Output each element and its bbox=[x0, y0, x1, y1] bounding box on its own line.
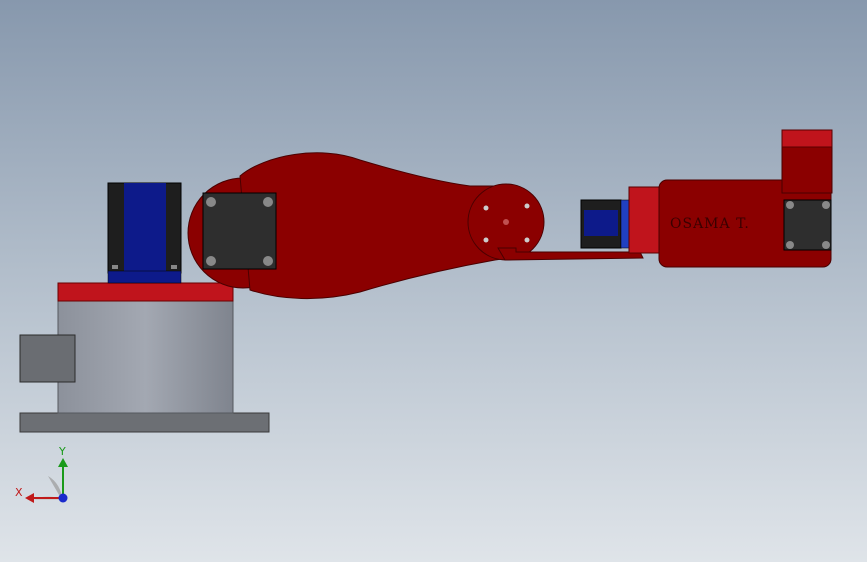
triad-x-label: X bbox=[15, 486, 23, 499]
side-box bbox=[19, 334, 76, 383]
wrist-bracket bbox=[628, 186, 661, 254]
base-motor bbox=[107, 182, 182, 284]
end-effector-housing: OSAMA T. bbox=[658, 129, 833, 268]
cad-viewport[interactable]: OSAMA T. X Y bbox=[0, 0, 867, 562]
brand-label: OSAMA T. bbox=[670, 216, 750, 232]
base-top-cap bbox=[57, 282, 234, 302]
elbow-motor bbox=[580, 199, 630, 249]
robot-arm-model[interactable]: OSAMA T. X Y bbox=[0, 0, 867, 562]
triad-y-label: Y bbox=[58, 445, 66, 458]
base-cylinder bbox=[57, 299, 234, 414]
base-plate bbox=[19, 412, 270, 433]
shoulder-servo bbox=[202, 192, 277, 270]
orientation-triad[interactable]: X Y bbox=[15, 445, 68, 503]
